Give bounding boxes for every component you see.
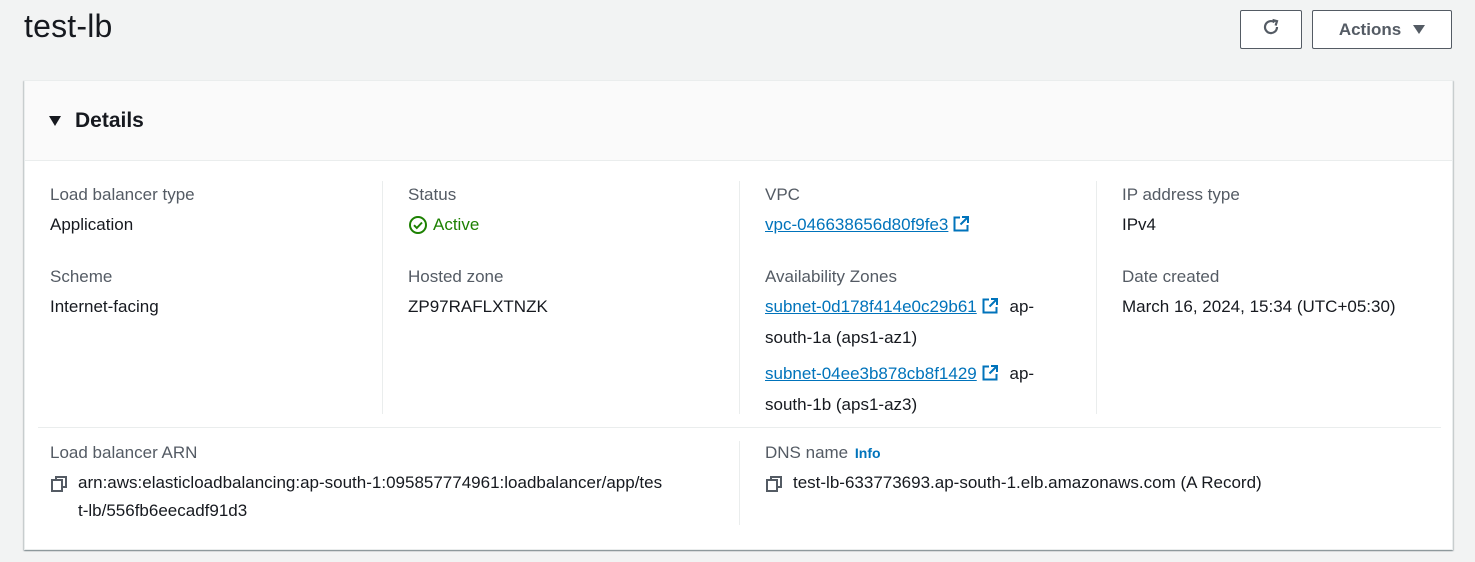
subnet-link[interactable]: subnet-0d178f414e0c29b61	[765, 297, 977, 316]
lb-type-field: Load balancer type Application	[50, 181, 195, 239]
vpc-field: VPC vpc-046638656d80f9fe3	[765, 181, 970, 242]
status-label: Status	[408, 185, 457, 204]
actions-button[interactable]: Actions	[1312, 10, 1452, 49]
ip-type-value: IPv4	[1122, 215, 1157, 234]
scheme-value: Internet-facing	[50, 297, 159, 316]
arn-value-line1: arn:aws:elasticloadbalancing:ap-south-1:…	[78, 473, 663, 492]
external-link-icon[interactable]	[952, 214, 970, 242]
dns-value: test-lb-633773693.ap-south-1.elb.amazona…	[793, 473, 1262, 492]
status-badge: Active	[408, 211, 479, 239]
availability-zones-label: Availability Zones	[765, 267, 897, 286]
ip-type-field: IP address type IPv4	[1122, 181, 1240, 239]
az-suffix: ap-	[1009, 297, 1035, 316]
vpc-link[interactable]: vpc-046638656d80f9fe3	[765, 215, 948, 234]
copy-icon[interactable]	[765, 474, 783, 502]
arn-field: Load balancer ARN arn:aws:elasticloadbal…	[50, 439, 720, 525]
availability-zone-item: subnet-0d178f414e0c29b61 ap- south-1a (a…	[765, 293, 1085, 352]
column-divider	[739, 181, 740, 414]
vpc-label: VPC	[765, 185, 800, 204]
details-panel-title: Details	[75, 108, 144, 132]
actions-button-label: Actions	[1338, 19, 1402, 39]
status-field: Status Active	[408, 181, 479, 239]
lb-type-value: Application	[50, 215, 134, 234]
lb-type-label: Load balancer type	[50, 185, 195, 204]
copy-icon[interactable]	[50, 474, 68, 525]
status-value: Active	[433, 215, 480, 234]
arn-value-line2: t-lb/556fb6eecadf91d3	[78, 501, 248, 520]
date-created-field: Date created March 16, 2024, 15:34 (UTC+…	[1122, 263, 1396, 321]
external-link-icon[interactable]	[981, 363, 999, 391]
column-divider	[1096, 181, 1097, 414]
availability-zone-item: subnet-04ee3b878cb8f1429 ap- south-1b (a…	[765, 360, 1085, 419]
caret-down-icon	[1413, 25, 1426, 34]
availability-zones-field: Availability Zones subnet-0d178f414e0c29…	[765, 263, 1085, 419]
success-check-icon	[408, 215, 428, 235]
subnet-link[interactable]: subnet-04ee3b878cb8f1429	[765, 364, 977, 383]
scheme-label: Scheme	[50, 267, 113, 286]
refresh-icon	[1261, 17, 1281, 42]
az-name: south-1a (aps1-az1)	[765, 328, 918, 347]
hosted-zone-field: Hosted zone ZP97RAFLXTNZK	[408, 263, 548, 321]
date-created-label: Date created	[1122, 267, 1220, 286]
arn-label: Load balancer ARN	[50, 443, 198, 462]
details-panel: Details Load balancer type Application S…	[24, 80, 1453, 550]
external-link-icon[interactable]	[981, 296, 999, 324]
hosted-zone-value: ZP97RAFLXTNZK	[408, 297, 548, 316]
details-panel-header[interactable]: Details	[25, 81, 1452, 161]
date-created-value: March 16, 2024, 15:34 (UTC+05:30)	[1122, 297, 1396, 316]
scheme-field: Scheme Internet-facing	[50, 263, 159, 321]
dns-label: DNS name	[765, 443, 849, 462]
column-divider	[739, 441, 740, 525]
caret-expanded-icon	[49, 115, 61, 126]
az-name: south-1b (aps1-az3)	[765, 395, 918, 414]
refresh-button[interactable]	[1240, 10, 1302, 49]
dns-info-link[interactable]: Info	[855, 445, 881, 461]
dns-field: DNS name Info test-lb-633773693.ap-south…	[765, 439, 1425, 502]
hosted-zone-label: Hosted zone	[408, 267, 504, 286]
row-divider	[38, 427, 1441, 428]
ip-type-label: IP address type	[1122, 185, 1240, 204]
column-divider	[382, 181, 383, 414]
az-suffix: ap-	[1009, 364, 1035, 383]
page-title: test-lb	[24, 8, 113, 44]
